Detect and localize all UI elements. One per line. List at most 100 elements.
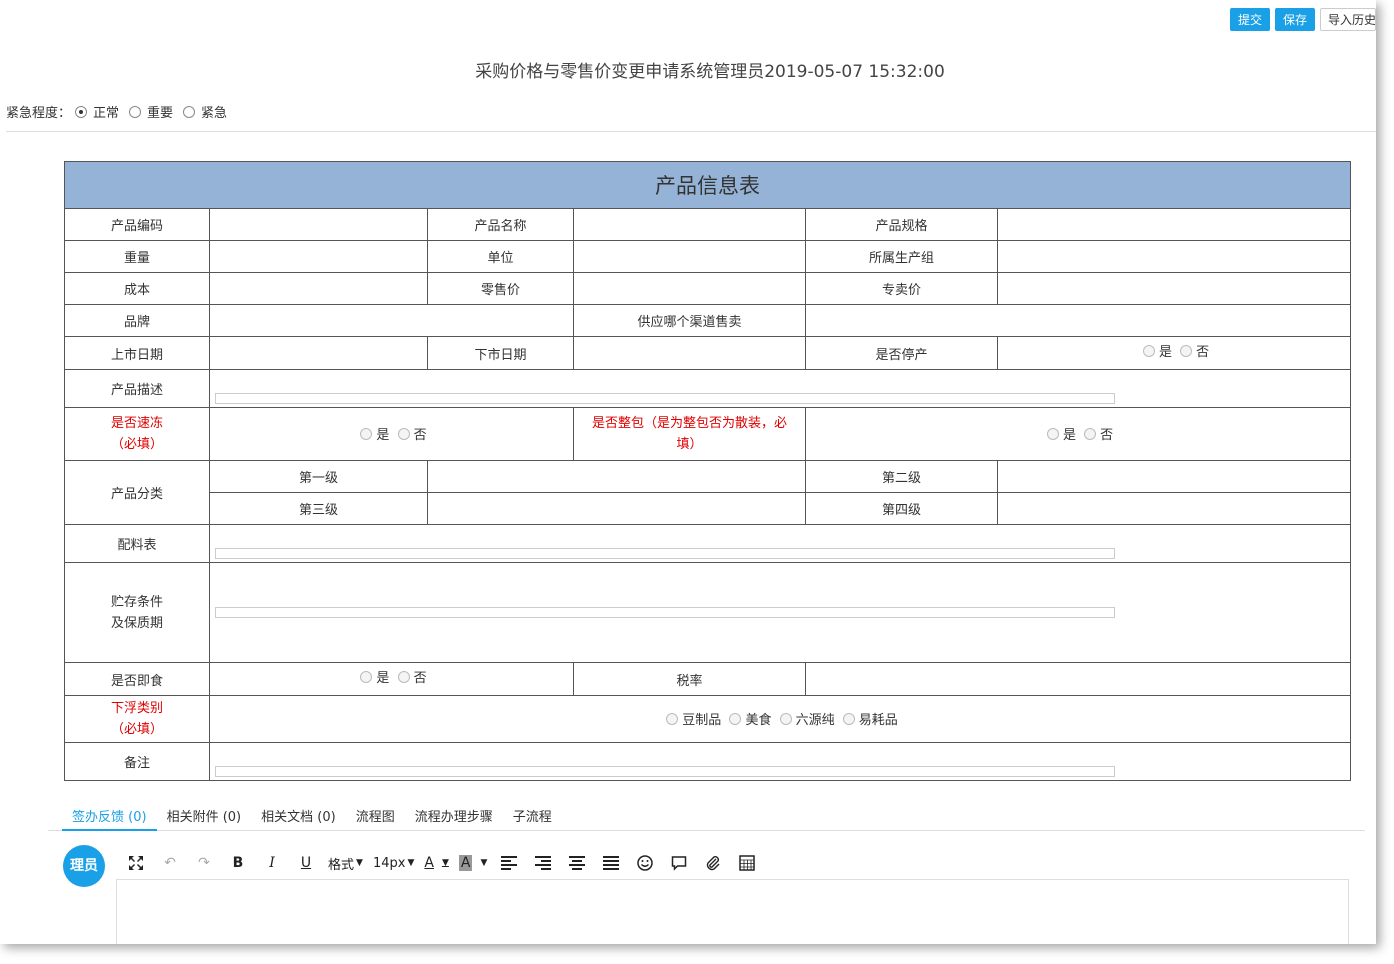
discontinued-yes-label: 是 xyxy=(1158,345,1172,360)
tax-rate-label: 税率 xyxy=(573,662,806,696)
cost-input[interactable] xyxy=(209,272,428,305)
quick-frozen-no-label: 否 xyxy=(413,428,427,444)
avatar: 理员 xyxy=(63,845,105,887)
urgency-urgent-radio[interactable] xyxy=(183,105,196,118)
description-input[interactable] xyxy=(215,393,1115,404)
align-left-icon[interactable] xyxy=(497,851,521,875)
float-option-radio[interactable] xyxy=(666,712,679,725)
ingredients-input[interactable] xyxy=(215,548,1115,559)
ready-to-eat-yes-label: 是 xyxy=(376,671,390,686)
whole-pack-yes-radio[interactable] xyxy=(1046,427,1059,440)
underline-icon[interactable]: U xyxy=(294,851,318,875)
product-code-input[interactable] xyxy=(209,208,428,241)
product-code-label: 产品编码 xyxy=(64,208,210,241)
attachment-icon[interactable] xyxy=(701,851,725,875)
level3-input[interactable] xyxy=(427,492,806,525)
exclusive-price-input[interactable] xyxy=(996,272,1352,305)
chevron-down-icon: ▼ xyxy=(441,858,449,868)
align-justify-icon[interactable] xyxy=(599,851,623,875)
remarks-input[interactable] xyxy=(215,766,1115,777)
align-right-icon[interactable] xyxy=(531,851,555,875)
format-label: 格式 xyxy=(328,857,355,873)
float-option-radio[interactable] xyxy=(729,712,742,725)
delist-date-input[interactable] xyxy=(573,336,806,370)
urgency-selector: 紧急程度： 正常 重要 紧急 xyxy=(6,102,227,121)
font-size-label: 14px xyxy=(372,855,406,871)
launch-date-input[interactable] xyxy=(209,336,428,370)
level2-input[interactable] xyxy=(996,460,1352,493)
align-center-icon[interactable] xyxy=(565,851,589,875)
storage-input[interactable] xyxy=(215,607,1115,618)
editor-toolbar: ↶ ↷ B I U 格式 ▼ 14px ▼ A ▼ A ▼ xyxy=(124,851,769,875)
discontinued-no-label: 否 xyxy=(1196,345,1210,360)
tab-documents[interactable]: 相关文档 (0) xyxy=(251,800,346,830)
submit-button[interactable]: 提交 xyxy=(1229,8,1270,31)
ready-to-eat-no-radio[interactable] xyxy=(397,670,410,683)
urgency-urgent-label: 紧急 xyxy=(201,106,228,121)
product-name-label: 产品名称 xyxy=(427,208,574,241)
product-spec-label: 产品规格 xyxy=(805,208,998,241)
delist-date-label: 下市日期 xyxy=(427,336,574,370)
font-color-icon[interactable]: A ▼ xyxy=(424,851,449,875)
brand-input[interactable] xyxy=(209,304,574,337)
redo-icon[interactable]: ↷ xyxy=(192,851,216,875)
level1-input[interactable] xyxy=(427,460,806,493)
whole-pack-required: 填） xyxy=(676,437,703,452)
description-label: 产品描述 xyxy=(64,369,210,408)
supply-channel-label: 供应哪个渠道售卖 xyxy=(573,304,806,337)
supply-channel-input[interactable] xyxy=(804,304,1352,337)
quick-frozen-yes-label: 是 xyxy=(376,428,390,444)
urgency-important-radio[interactable] xyxy=(129,105,142,118)
format-dropdown[interactable]: 格式 ▼ xyxy=(328,851,363,875)
tab-flowchart[interactable]: 流程图 xyxy=(346,800,405,830)
product-name-input[interactable] xyxy=(573,208,806,241)
ready-to-eat-label: 是否即食 xyxy=(64,662,210,696)
discontinued-yes-radio[interactable] xyxy=(1142,344,1155,357)
retail-price-input[interactable] xyxy=(573,272,806,305)
tab-feedback[interactable]: 签办反馈 (0) xyxy=(48,800,157,831)
discontinued-label: 是否停产 xyxy=(805,336,998,370)
whole-pack-options: 是 否 xyxy=(804,407,1352,461)
product-spec-input[interactable] xyxy=(996,208,1352,241)
tab-subprocess[interactable]: 子流程 xyxy=(503,800,562,830)
ready-to-eat-yes-radio[interactable] xyxy=(360,670,373,683)
tab-attachments[interactable]: 相关附件 (0) xyxy=(157,800,252,830)
float-option-label: 六源纯 xyxy=(795,713,835,729)
float-option-label: 美食 xyxy=(745,713,772,729)
undo-icon[interactable]: ↶ xyxy=(158,851,182,875)
whole-pack-no-radio[interactable] xyxy=(1084,427,1097,440)
italic-icon[interactable]: I xyxy=(260,851,284,875)
level3-label: 第三级 xyxy=(209,492,428,525)
highlight-color-icon[interactable]: A ▼ xyxy=(458,851,488,875)
page-title: 采购价格与零售价变更申请系统管理员2019-05-07 15:32:00 xyxy=(475,62,945,82)
float-category-text: 下浮类别 xyxy=(110,701,163,716)
emoji-icon[interactable] xyxy=(633,851,657,875)
bottom-tabs: 签办反馈 (0) 相关附件 (0) 相关文档 (0) 流程图 流程办理步骤 子流… xyxy=(48,800,1365,831)
fullscreen-icon[interactable] xyxy=(124,851,148,875)
weight-input[interactable] xyxy=(209,240,428,273)
save-button[interactable]: 保存 xyxy=(1274,8,1315,31)
chevron-down-icon: ▼ xyxy=(480,858,488,868)
ready-to-eat-no-label: 否 xyxy=(413,671,427,686)
comment-icon[interactable] xyxy=(667,851,691,875)
bold-icon[interactable]: B xyxy=(226,851,250,875)
quick-frozen-no-radio[interactable] xyxy=(397,427,410,440)
discontinued-no-radio[interactable] xyxy=(1180,344,1193,357)
font-size-dropdown[interactable]: 14px ▼ xyxy=(373,851,414,875)
whole-pack-label: 是否整包（是为整包否为散装，必 填） xyxy=(573,407,806,461)
table-icon[interactable] xyxy=(735,851,759,875)
level4-input[interactable] xyxy=(996,492,1352,525)
production-group-input[interactable] xyxy=(996,240,1352,273)
unit-input[interactable] xyxy=(573,240,806,273)
quick-frozen-options: 是 否 xyxy=(209,407,574,461)
chevron-down-icon: ▼ xyxy=(356,858,363,868)
urgency-normal-radio[interactable] xyxy=(75,105,88,118)
tab-process-steps[interactable]: 流程办理步骤 xyxy=(405,800,503,830)
import-history-button[interactable]: 导入历史 xyxy=(1320,8,1376,31)
feedback-editor[interactable] xyxy=(116,879,1349,944)
float-option-radio[interactable] xyxy=(779,712,792,725)
tax-rate-input[interactable] xyxy=(804,662,1352,696)
quick-frozen-yes-radio[interactable] xyxy=(360,427,373,440)
float-option-radio[interactable] xyxy=(842,712,855,725)
remarks-cell xyxy=(208,742,1352,781)
